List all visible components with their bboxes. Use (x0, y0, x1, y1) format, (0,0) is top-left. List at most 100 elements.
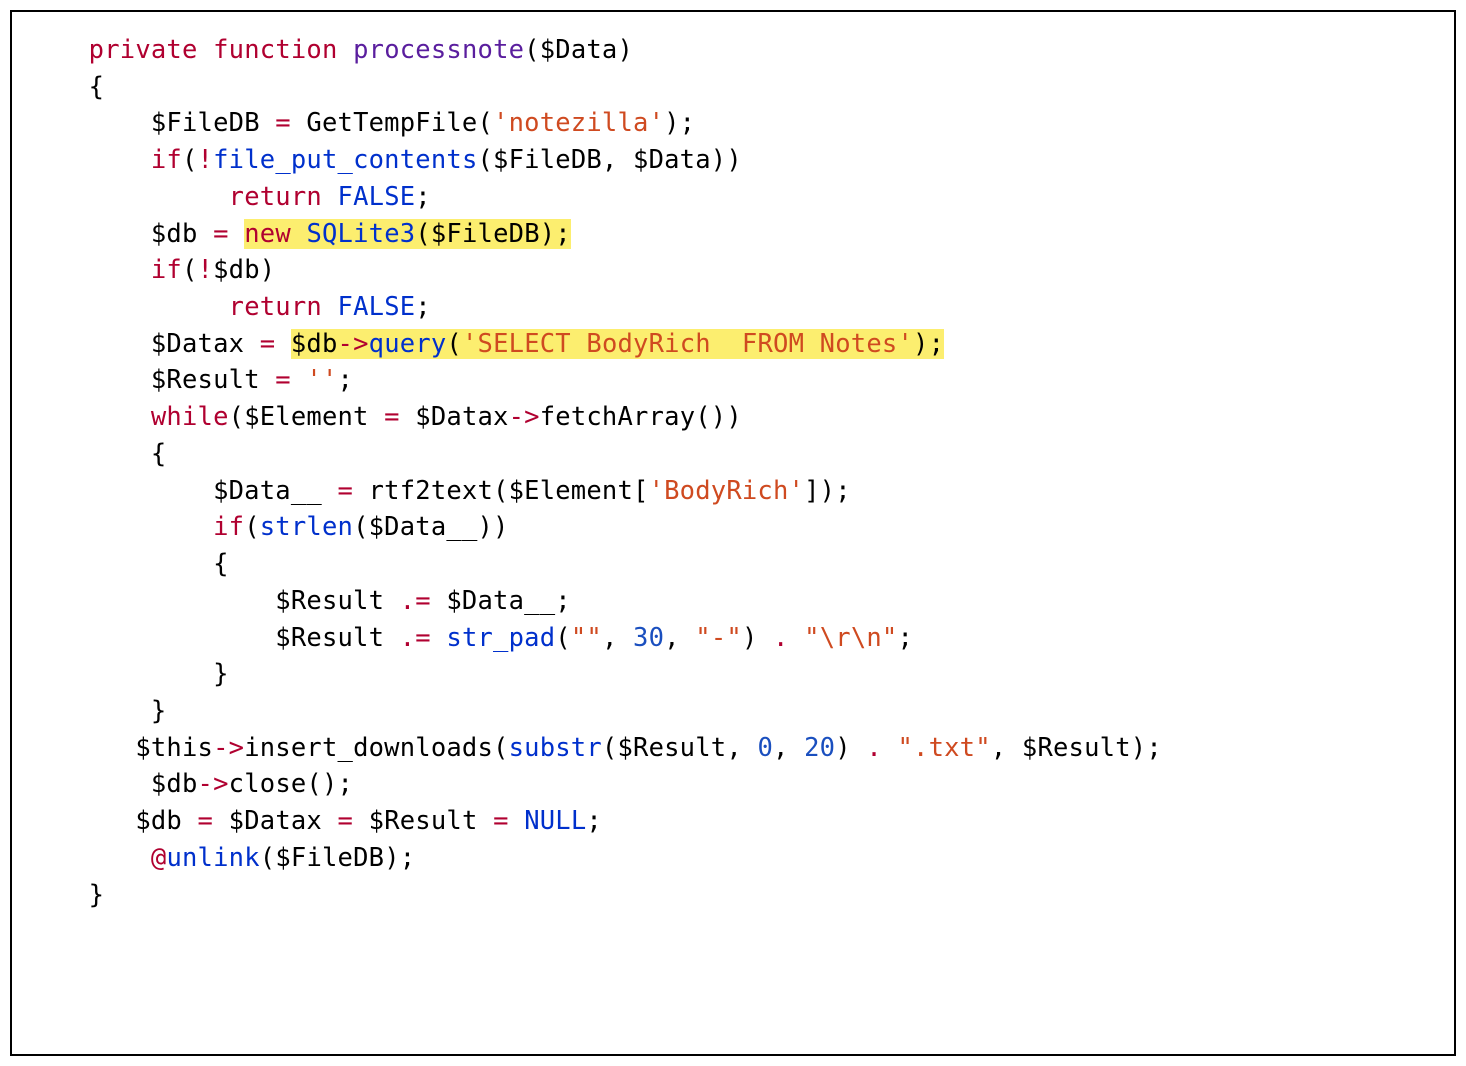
t: ) (742, 623, 773, 653)
code-frame: private function processnote($Data) { $F… (10, 10, 1456, 1056)
op-concat: . (866, 733, 882, 763)
number-literal: 20 (804, 733, 835, 763)
t: ); (913, 329, 944, 359)
builtin-strpad: str_pad (446, 623, 555, 653)
op-concat-assign: .= (400, 586, 431, 616)
t: $db) (213, 255, 275, 285)
t: ( (555, 623, 571, 653)
op-assign: = (260, 329, 276, 359)
t: $db (135, 769, 197, 799)
sp (882, 733, 898, 763)
t: $this (135, 733, 213, 763)
t: ($FileDB); (260, 843, 416, 873)
sp (229, 219, 245, 249)
brace-close: } (213, 659, 229, 689)
sp (431, 623, 447, 653)
string-literal: '' (306, 365, 337, 395)
brace-close: } (151, 696, 167, 726)
string-literal: "" (571, 623, 602, 653)
t: $Result (275, 623, 399, 653)
t: ( (182, 145, 198, 175)
t: GetTempFile( (291, 108, 493, 138)
t: , (664, 623, 695, 653)
string-literal: "\r\n" (804, 623, 897, 653)
op-arrow: -> (198, 769, 229, 799)
op-arrow: -> (213, 733, 244, 763)
t: ($Element (229, 402, 385, 432)
t: $FileDB (151, 108, 275, 138)
t: $db (151, 219, 213, 249)
t: $Datax (213, 806, 337, 836)
number-literal: 0 (757, 733, 773, 763)
t: $Datax (400, 402, 509, 432)
keyword-if: if (151, 145, 182, 175)
t: ( (446, 329, 462, 359)
keyword-private: private (89, 35, 198, 65)
semi: ; (898, 623, 914, 653)
keyword-if: if (213, 512, 244, 542)
semi: ; (338, 365, 354, 395)
brace-open: { (151, 439, 167, 469)
t: ]); (804, 476, 851, 506)
code-block: private function processnote($Data) { $F… (42, 32, 1424, 913)
t: ); (664, 108, 695, 138)
semi: ; (415, 182, 431, 212)
brace-close: } (89, 880, 105, 910)
t: insert_downloads( (244, 733, 508, 763)
op-assign: = (213, 219, 229, 249)
sp (275, 329, 291, 359)
op-concat: . (773, 623, 789, 653)
op-not: ! (198, 255, 214, 285)
brace-open: { (89, 72, 105, 102)
t: ( (182, 255, 198, 285)
op-assign: = (275, 108, 291, 138)
keyword-return: return (229, 182, 322, 212)
sp (291, 219, 307, 249)
t: ) (835, 733, 866, 763)
string-literal: "-" (695, 623, 742, 653)
t: ($FileDB, $Data)) (478, 145, 742, 175)
method-query: query (369, 329, 447, 359)
t: ($Result, (602, 733, 758, 763)
keyword-return: return (229, 292, 322, 322)
class-sqlite3: SQLite3 (306, 219, 415, 249)
op-assign: = (338, 806, 354, 836)
op-assign: = (198, 806, 214, 836)
t: $Result (151, 365, 275, 395)
t: fetchArray()) (540, 402, 742, 432)
string-literal: 'notezilla' (493, 108, 664, 138)
builtin-substr: substr (509, 733, 602, 763)
string-literal: 'BodyRich' (649, 476, 805, 506)
const-null: NULL (524, 806, 586, 836)
t: $Result (353, 806, 493, 836)
keyword-new: new (244, 219, 291, 249)
const-false: FALSE (338, 292, 416, 322)
sp (135, 843, 151, 873)
keyword-function: function (213, 35, 337, 65)
t: , $Result); (991, 733, 1162, 763)
t: , (602, 623, 633, 653)
builtin-strlen: strlen (260, 512, 353, 542)
semi: ; (415, 292, 431, 322)
string-literal: ".txt" (897, 733, 990, 763)
op-assign: = (338, 476, 354, 506)
sp (291, 365, 307, 395)
t: close(); (229, 769, 353, 799)
op-assign: = (493, 806, 509, 836)
builtin-unlink: unlink (166, 843, 259, 873)
const-false: FALSE (338, 182, 416, 212)
function-name: processnote (353, 35, 524, 65)
t: ($FileDB); (415, 219, 571, 249)
t: $Data__; (431, 586, 571, 616)
op-not: ! (198, 145, 214, 175)
t: ( (244, 512, 260, 542)
sp (789, 623, 805, 653)
t: $Datax (151, 329, 260, 359)
t: $Result (275, 586, 399, 616)
keyword-while: while (151, 402, 229, 432)
highlight: new SQLite3($FileDB); (244, 219, 571, 249)
op-arrow: -> (338, 329, 369, 359)
sp (322, 182, 338, 212)
highlight: $db->query('SELECT BodyRich FROM Notes')… (291, 329, 944, 359)
builtin-fpc: file_put_contents (213, 145, 477, 175)
